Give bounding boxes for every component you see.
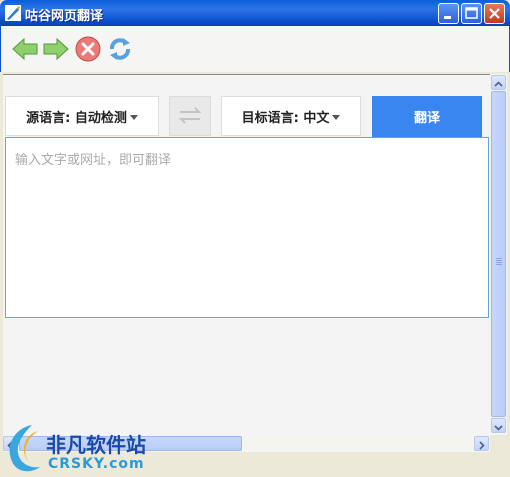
watermark-name-cn: 非凡软件站 <box>46 433 146 457</box>
target-language-select[interactable]: 目标语言: 中文 <box>221 96 361 136</box>
close-button[interactable] <box>484 3 505 24</box>
translate-button[interactable]: 翻译 <box>372 96 482 137</box>
close-icon <box>489 8 500 19</box>
toolbar <box>0 26 510 72</box>
arrow-right-icon[interactable] <box>42 35 70 63</box>
vertical-scroll-thumb[interactable] <box>491 91 506 417</box>
maximize-button[interactable] <box>461 3 482 24</box>
vertical-scrollbar[interactable] <box>490 74 507 435</box>
app-window: 咕谷网页翻译 源语言: 自动检测 目标语言: 中文 翻译 输入文字或网址，即可翻… <box>0 0 510 477</box>
watermark-logo: 非凡软件站 CRSKY.com <box>0 419 160 477</box>
scroll-right-button[interactable] <box>474 436 489 451</box>
source-language-label: 源语言: 自动检测 <box>26 110 127 126</box>
watermark-name-en: CRSKY.com <box>48 456 145 472</box>
swap-arrows-icon <box>178 107 202 124</box>
maximize-icon <box>465 7 478 19</box>
source-language-select[interactable]: 源语言: 自动检测 <box>5 96 159 136</box>
refresh-icon[interactable] <box>106 35 134 63</box>
arrow-left-icon[interactable] <box>11 35 39 63</box>
scrollbar-corner <box>490 435 507 452</box>
scroll-up-button[interactable] <box>491 75 506 90</box>
swirl-logo-icon <box>9 425 40 472</box>
target-language-label: 目标语言: 中文 <box>241 110 330 126</box>
chevron-down-icon <box>332 114 341 120</box>
app-icon <box>5 5 21 21</box>
minimize-icon <box>444 16 451 19</box>
chevron-down-icon <box>129 114 138 120</box>
minimize-button[interactable] <box>438 3 459 24</box>
chevron-up-icon <box>494 81 503 87</box>
chevron-right-icon <box>479 441 485 450</box>
translator-panel: 源语言: 自动检测 目标语言: 中文 翻译 输入文字或网址，即可翻译 <box>3 74 491 436</box>
scroll-down-button[interactable] <box>491 418 506 433</box>
window-title: 咕谷网页翻译 <box>25 9 104 24</box>
chevron-down-icon <box>494 425 503 431</box>
stop-icon[interactable] <box>74 35 102 63</box>
translation-input[interactable]: 输入文字或网址，即可翻译 <box>5 137 489 318</box>
title-bar[interactable]: 咕谷网页翻译 <box>0 0 510 26</box>
input-placeholder: 输入文字或网址，即可翻译 <box>15 153 172 168</box>
swap-languages-button[interactable] <box>169 96 211 136</box>
